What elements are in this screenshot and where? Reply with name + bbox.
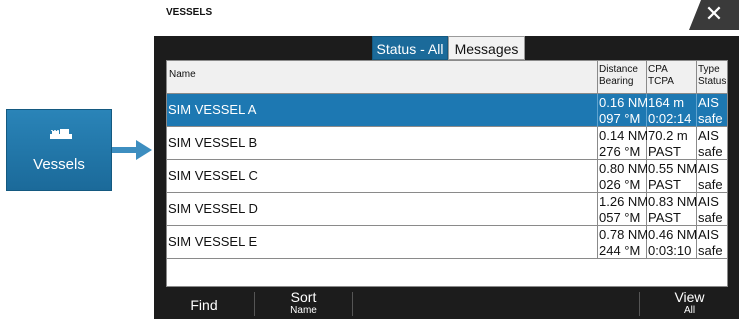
header-status: Status xyxy=(698,76,727,87)
cpa-value: 164 m xyxy=(648,95,685,110)
header-distance: Distance xyxy=(599,64,638,75)
header-type-status[interactable]: Type Status xyxy=(698,64,726,88)
status-value: safe xyxy=(698,210,723,225)
type-value: AIS xyxy=(698,95,719,110)
distance-value: 1.26 NM xyxy=(599,194,649,209)
distance-bearing-cell: 0.78 NM 244 °M xyxy=(599,227,648,259)
vessels-panel: VESSELS ✕ Status - All Messages Name Dis… xyxy=(154,0,739,319)
tcpa-value: 0:03:10 xyxy=(648,243,692,258)
distance-value: 0.78 NM xyxy=(599,227,649,242)
cpa-value: 0.83 NM xyxy=(648,194,698,209)
vessel-name: SIM VESSEL E xyxy=(168,234,258,249)
toolbar-separator xyxy=(352,292,353,316)
table-row[interactable]: SIM VESSEL A 0.16 NM 097 °M 164 m 0:02:14 AIS… xyxy=(167,94,727,127)
view-value: All xyxy=(683,305,696,316)
header-bearing: Bearing xyxy=(599,76,634,87)
list-header: Name Distance Bearing CPA TCPA Type Stat… xyxy=(167,61,727,94)
sort-label: Sort xyxy=(290,289,317,305)
col-divider xyxy=(696,94,697,127)
table-row[interactable]: SIM VESSEL B 0.14 NM 276 °M 70.2 m PAST AIS sa… xyxy=(167,127,727,160)
bearing-value: 244 °M xyxy=(599,243,641,258)
ship-icon xyxy=(50,129,72,139)
tcpa-value: PAST xyxy=(648,210,681,225)
bearing-value: 026 °M xyxy=(599,177,641,192)
bottom-toolbar: Find Sort Name View All xyxy=(154,289,739,319)
sort-button[interactable]: Sort Name xyxy=(255,289,352,319)
distance-bearing-cell: 0.80 NM 026 °M xyxy=(599,161,648,193)
vessel-list: Name Distance Bearing CPA TCPA Type Stat… xyxy=(166,60,728,287)
status-value: safe xyxy=(698,177,723,192)
vessel-name: SIM VESSEL A xyxy=(168,102,257,117)
tcpa-value: 0:02:14 xyxy=(648,111,692,126)
col-divider xyxy=(597,193,598,226)
vessel-name: SIM VESSEL B xyxy=(168,135,258,150)
header-distance-bearing[interactable]: Distance Bearing xyxy=(599,64,638,88)
col-divider xyxy=(597,61,598,94)
header-type: Type xyxy=(698,64,720,75)
type-value: AIS xyxy=(698,128,719,143)
type-value: AIS xyxy=(698,161,719,176)
find-button[interactable]: Find xyxy=(154,289,254,319)
status-value: safe xyxy=(698,111,723,126)
bearing-value: 276 °M xyxy=(599,144,641,159)
type-status-cell: AIS safe xyxy=(698,95,723,127)
status-value: safe xyxy=(698,144,723,159)
close-button[interactable]: ✕ xyxy=(689,0,739,30)
cpa-tcpa-cell: 0.55 NM PAST xyxy=(648,161,697,193)
cpa-tcpa-cell: 164 m 0:02:14 xyxy=(648,95,691,127)
col-divider xyxy=(646,61,647,94)
bearing-value: 097 °M xyxy=(599,111,641,126)
panel-title: VESSELS xyxy=(166,7,213,18)
tcpa-value: PAST xyxy=(648,144,681,159)
cpa-value: 0.55 NM xyxy=(648,161,698,176)
vessel-name: SIM VESSEL D xyxy=(168,201,258,216)
vessels-tile-label: Vessels xyxy=(33,156,85,173)
distance-bearing-cell: 0.16 NM 097 °M xyxy=(599,95,648,127)
distance-value: 0.16 NM xyxy=(599,95,649,110)
header-tcpa: TCPA xyxy=(648,76,674,87)
vessels-tile[interactable]: Vessels xyxy=(6,109,112,191)
distance-bearing-cell: 1.26 NM 057 °M xyxy=(599,194,648,226)
type-status-cell: AIS safe xyxy=(698,128,723,160)
col-divider xyxy=(597,94,598,127)
type-status-cell: AIS safe xyxy=(698,161,723,193)
header-cpa-tcpa[interactable]: CPA TCPA xyxy=(648,64,674,88)
find-label: Find xyxy=(190,297,218,313)
header-cpa: CPA xyxy=(648,64,668,75)
status-value: safe xyxy=(698,243,723,258)
cpa-tcpa-cell: 70.2 m PAST xyxy=(648,128,688,160)
col-divider xyxy=(696,127,697,160)
panel-header: VESSELS ✕ xyxy=(154,0,739,36)
tcpa-value: PAST xyxy=(648,177,681,192)
header-name[interactable]: Name xyxy=(169,69,196,81)
type-value: AIS xyxy=(698,194,719,209)
col-divider xyxy=(597,160,598,193)
type-status-cell: AIS safe xyxy=(698,227,723,259)
distance-bearing-cell: 0.14 NM 276 °M xyxy=(599,128,648,160)
col-divider xyxy=(597,226,598,259)
type-value: AIS xyxy=(698,227,719,242)
distance-value: 0.14 NM xyxy=(599,128,649,143)
table-row[interactable]: SIM VESSEL E 0.78 NM 244 °M 0.46 NM 0:03:10 A… xyxy=(167,226,727,259)
tab-messages[interactable]: Messages xyxy=(448,36,525,60)
sort-value: Name xyxy=(290,305,317,316)
view-label: View xyxy=(674,289,705,305)
cpa-tcpa-cell: 0.46 NM 0:03:10 xyxy=(648,227,697,259)
col-divider xyxy=(597,127,598,160)
col-divider xyxy=(696,61,697,94)
vessel-name: SIM VESSEL C xyxy=(168,168,258,183)
cpa-tcpa-cell: 0.83 NM PAST xyxy=(648,194,697,226)
type-status-cell: AIS safe xyxy=(698,194,723,226)
cpa-value: 70.2 m xyxy=(648,128,688,143)
bearing-value: 057 °M xyxy=(599,210,641,225)
tab-status-all[interactable]: Status - All xyxy=(372,36,448,60)
arrow-right-icon xyxy=(112,140,152,160)
close-icon: ✕ xyxy=(704,2,724,27)
distance-value: 0.80 NM xyxy=(599,161,649,176)
table-row[interactable]: SIM VESSEL C 0.80 NM 026 °M 0.55 NM PAST AIS s… xyxy=(167,160,727,193)
table-row[interactable]: SIM VESSEL D 1.26 NM 057 °M 0.83 NM PAST AIS s… xyxy=(167,193,727,226)
cpa-value: 0.46 NM xyxy=(648,227,698,242)
view-button[interactable]: View All xyxy=(640,289,739,319)
